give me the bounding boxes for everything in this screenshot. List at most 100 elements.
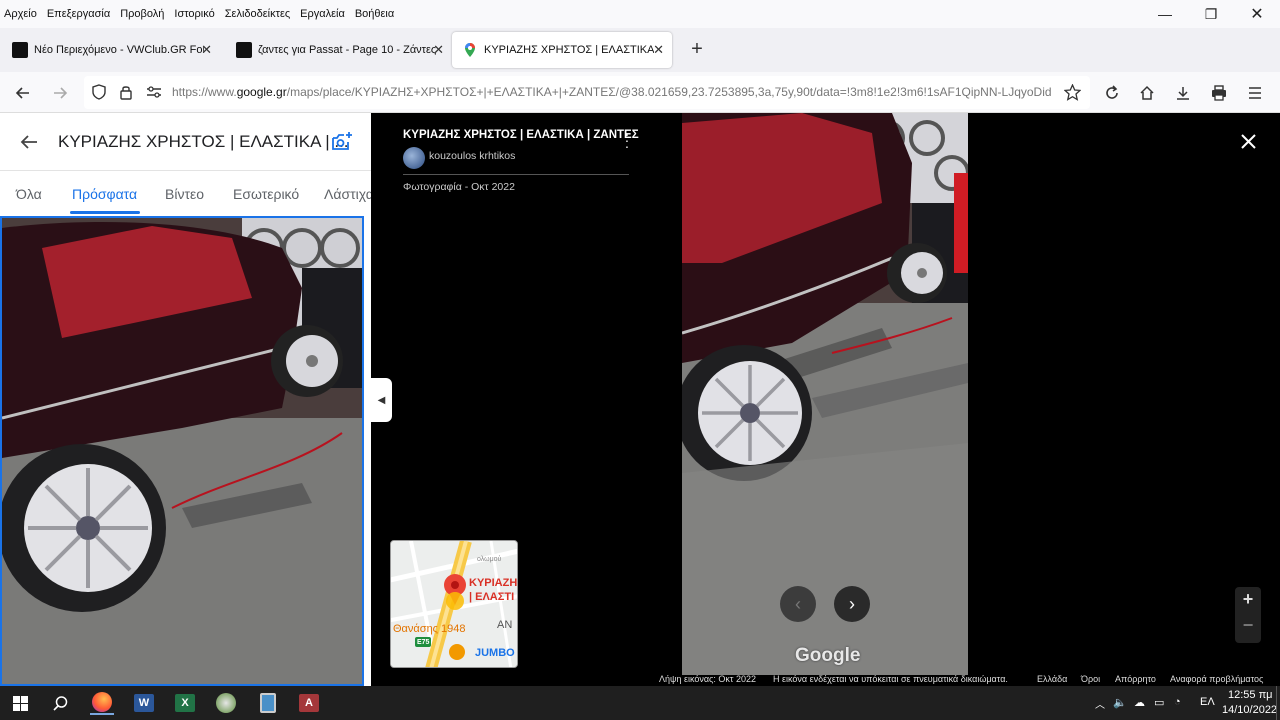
forward-arrow-icon [54,87,68,99]
calculator-taskbar-icon[interactable] [256,691,280,715]
country-link[interactable]: Ελλάδα [1037,674,1067,684]
excel-taskbar-icon[interactable]: X [173,691,197,715]
menu-edit[interactable]: Επεξεργασία [43,8,114,20]
close-window-button[interactable]: ✕ [1234,0,1280,28]
show-desktop-button[interactable] [1276,686,1277,720]
map-street-label-2: ολωμού [477,556,502,563]
reload-button[interactable] [1099,80,1125,106]
car-photo-thumbnail-image [2,218,362,684]
place-title: ΚΥΡΙΑΖΗΣ ΧΡΗΣΤΟΣ | ΕΛΑΣΤΙΚΑ | ... [58,132,349,151]
wifi-icon[interactable]: ◔ [1174,696,1181,708]
more-options-icon[interactable]: · · · [623,127,631,153]
photo-date: Φωτογραφία - Οκτ 2022 [403,181,515,193]
tab-interior[interactable]: Εσωτερικό [233,186,299,202]
cloud-icon[interactable]: ☁ [1134,696,1145,709]
capture-date: Λήψη εικόνας: Οκτ 2022 [659,674,756,684]
zoom-control: + − [1235,587,1261,643]
minimize-button[interactable]: — [1142,0,1188,28]
tab-vwclub[interactable]: Νέο Περιεχόμενο - VWClub.GR Forum ✕ [2,32,220,68]
menu-tools[interactable]: Εργαλεία [296,8,349,20]
previous-photo-button[interactable]: ‹ [780,586,816,622]
close-tab-icon[interactable]: ✕ [653,42,664,58]
tray-chevron-icon[interactable]: ︿ [1095,696,1105,711]
vwclub-favicon-icon [12,42,28,58]
word-taskbar-icon[interactable]: W [132,691,156,715]
report-problem-link[interactable]: Αναφορά προβλήματος [1170,674,1263,684]
car-wheel-photo-image [682,113,968,675]
mini-map[interactable]: E75 ΚΥΡΙΑΖΗ | ΕΛΑΣΤΙ ολωμού ΑΝ Θανάσης 1… [390,540,518,668]
map-place-label: ΚΥΡΙΑΖΗ [469,577,518,589]
menu-bookmarks[interactable]: Σελιδοδείκτες [221,8,294,20]
access-taskbar-icon[interactable]: A [297,691,321,715]
clock-time[interactable]: 12:55 πμ [1228,689,1273,701]
photo-thumbnail[interactable] [0,216,364,686]
navigation-bar: https://www.google.gr/maps/place/ΚΥΡΙΑΖΗ… [0,72,1280,113]
tab-all[interactable]: Όλα [16,186,42,202]
tab-video[interactable]: Βίντεο [165,186,204,202]
battery-icon[interactable]: ▭ [1154,696,1164,709]
tab-tires[interactable]: Λάστιχα [324,186,371,202]
info-divider [403,174,629,175]
bookmark-star-icon[interactable] [1064,84,1081,101]
reload-icon [1106,85,1118,99]
lock-icon[interactable] [119,84,133,100]
menu-history[interactable]: Ιστορικό [170,8,218,20]
hamburger-menu-icon [1249,87,1261,99]
menu-file[interactable]: Αρχείο [0,8,41,20]
photo-viewer: ΚΥΡΙΑΖΗΣ ΧΡΗΣΤΟΣ | ΕΛΑΣΤΙΚΑ | ΖΑΝΤΕΣ · · ·… [371,113,1280,686]
tab-label: Νέο Περιεχόμενο - VWClub.GR Forum [34,44,204,56]
url-text[interactable]: https://www.google.gr/maps/place/ΚΥΡΙΑΖΗ… [172,85,1052,99]
terms-link[interactable]: Όροι [1081,674,1100,684]
close-viewer-icon[interactable] [1241,134,1256,149]
search-icon[interactable] [53,696,68,711]
zoom-out-button[interactable]: − [1235,615,1261,639]
shield-icon[interactable] [91,84,107,100]
main-photo[interactable]: Google [682,113,968,675]
url-bar[interactable]: https://www.google.gr/maps/place/ΚΥΡΙΑΖΗ… [84,76,1090,109]
language-indicator[interactable]: ΕΛ [1200,696,1215,708]
menu-bar: Αρχείο Επεξεργασία Προβολή Ιστορικό Σελι… [0,0,1280,28]
viewer-title: ΚΥΡΙΑΖΗΣ ΧΡΗΣΤΟΣ | ΕΛΑΣΤΙΚΑ | ΖΑΝΤΕΣ [403,129,639,141]
map-poi-label: Θανάσης 1948 [393,623,466,635]
maximize-button[interactable]: ❐ [1188,0,1234,28]
map-place-label-2: | ΕΛΑΣΤΙ [469,591,515,603]
active-tab-indicator [70,211,140,214]
add-photo-icon[interactable] [331,131,353,153]
back-button[interactable] [10,80,36,106]
windows-start-icon[interactable] [13,696,28,711]
panel-back-icon[interactable] [20,134,38,150]
download-icon [1177,87,1189,100]
google-watermark: Google [795,645,861,666]
downloads-button[interactable] [1170,80,1196,106]
author-name[interactable]: kouzoulos krhtikos [429,150,515,162]
tab-bar: Νέο Περιεχόμενο - VWClub.GR Forum ✕ ζαντ… [0,28,1280,72]
photo-tabs: Όλα Πρόσφατα Βίντεο Εσωτερικό Λάστιχα [0,171,371,215]
app-menu-button[interactable] [1242,80,1268,106]
print-button[interactable] [1206,80,1232,106]
next-photo-button[interactable]: › [834,586,870,622]
tab-maps[interactable]: ΚΥΡΙΑΖΗΣ ΧΡΗΣΤΟΣ | ΕΛΑΣΤΙΚΑ | ΖΑΝΤΕΣ ✕ [452,32,672,68]
tab-recent[interactable]: Πρόσφατα [72,186,137,202]
menu-view[interactable]: Προβολή [116,8,168,20]
collapse-panel-button[interactable]: ◀ [371,378,392,422]
new-tab-button[interactable]: + [684,36,710,62]
volume-icon[interactable]: 🔈 [1113,696,1127,709]
clock-date[interactable]: 14/10/2022 [1222,704,1277,716]
tab-passat[interactable]: ζαντες για Passat - Page 10 - Ζάντες / Ε… [226,32,452,68]
google-maps-pin-icon [465,43,475,57]
map-poi-label-2: JUMBO [475,647,515,659]
forward-button[interactable] [47,80,73,106]
permissions-icon[interactable] [146,85,162,99]
zoom-in-button[interactable]: + [1235,589,1261,613]
vwclub-favicon-icon [236,42,252,58]
author-avatar[interactable] [403,147,425,169]
home-button[interactable] [1134,80,1160,106]
close-tab-icon[interactable]: ✕ [201,42,212,58]
privacy-link[interactable]: Απόρρητο [1115,674,1156,684]
close-tab-icon[interactable]: ✕ [433,42,444,58]
place-panel: ΚΥΡΙΑΖΗΣ ΧΡΗΣΤΟΣ | ΕΛΑΣΤΙΚΑ | ... Όλα Πρ… [0,113,371,686]
firefox-taskbar-icon[interactable] [90,691,114,715]
app-taskbar-icon[interactable] [214,691,238,715]
menu-help[interactable]: Βοήθεια [351,8,398,20]
windows-taskbar: W X A ︿ 🔈 ☁ ▭ ◔ ΕΛ 12:55 πμ 14/10/2022 [0,686,1280,720]
